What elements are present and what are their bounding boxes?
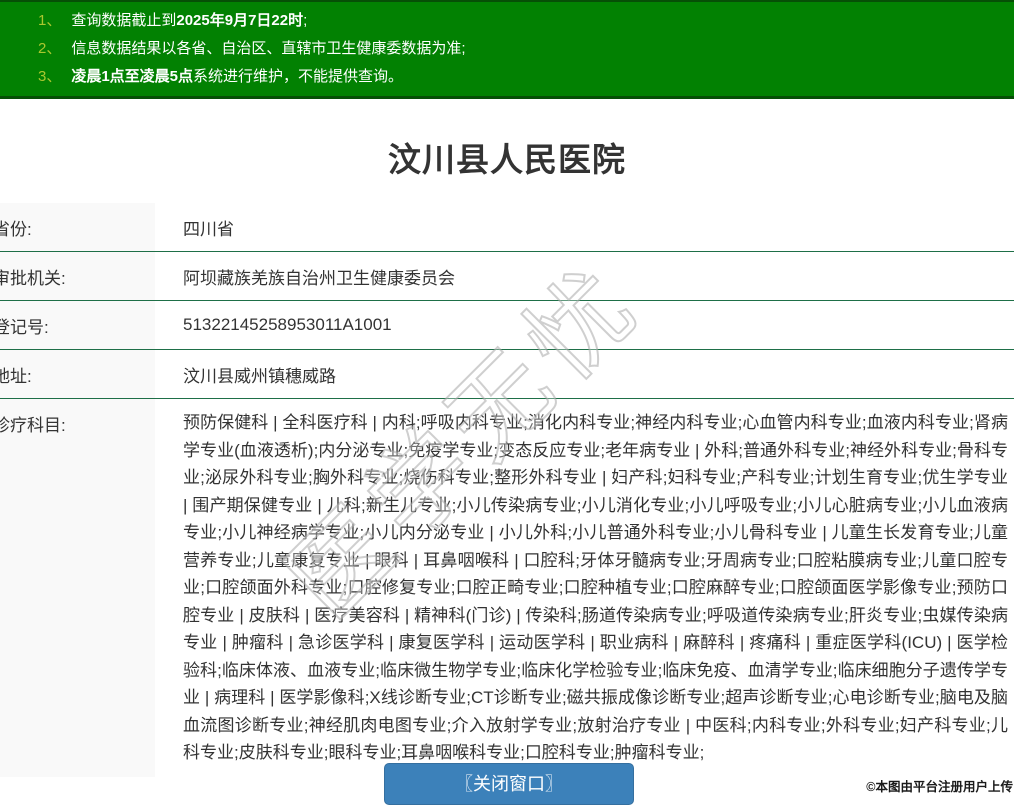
notice-text-bold: 凌晨1点至凌晨5点 [71, 68, 193, 85]
table-row-approval-authority: 审批机关: 阿坝藏族羌族自治州卫生健康委员会 [0, 252, 1014, 301]
page-title: 汶川县人民医院 [0, 133, 1014, 181]
row-label: 登记号: [0, 301, 155, 349]
row-value: 汶川县威州镇穗威路 [155, 350, 1014, 398]
row-value: 预防保健科 | 全科医疗科 | 内科;呼吸内科专业;消化内科专业;神经内科专业;… [155, 399, 1014, 777]
row-value: 四川省 [155, 203, 1014, 251]
row-label: 地址: [0, 350, 155, 398]
notice-banner: 1、查询数据截止到2025年9月7日22时; 2、信息数据结果以各省、自治区、直… [0, 0, 1014, 99]
notice-text: ; [303, 12, 307, 29]
notice-number: 2、 [38, 40, 61, 57]
notice-text: 信息数据结果以各省、自治区、直辖市卫生健康委数据为准; [71, 40, 465, 57]
notice-line-2: 2、信息数据结果以各省、自治区、直辖市卫生健康委数据为准; [0, 35, 1004, 63]
notice-number: 3、 [38, 68, 61, 85]
notice-text-bold: 2025年9月7日22时 [176, 12, 303, 29]
notice-number: 1、 [38, 12, 61, 29]
notice-text: 系统进行维护，不能提供查询。 [193, 68, 403, 85]
notice-line-1: 1、查询数据截止到2025年9月7日22时; [0, 7, 1004, 35]
table-row-province: 省份: 四川省 [0, 203, 1014, 252]
row-label: 审批机关: [0, 252, 155, 300]
row-label: 诊疗科目: [0, 399, 155, 777]
notice-text: 查询数据截止到 [71, 12, 176, 29]
notice-line-3: 3、凌晨1点至凌晨5点系统进行维护，不能提供查询。 [0, 63, 1004, 91]
table-row-address: 地址: 汶川县威州镇穗威路 [0, 350, 1014, 399]
row-value: 阿坝藏族羌族自治州卫生健康委员会 [155, 252, 1014, 300]
attribution-text: ©本图由平台注册用户上传 [866, 776, 1013, 795]
row-value: 51322145258953011A1001 [155, 301, 1014, 349]
table-row-medical-subjects: 诊疗科目: 预防保健科 | 全科医疗科 | 内科;呼吸内科专业;消化内科专业;神… [0, 399, 1014, 777]
close-window-button[interactable]: 〖关闭窗口〗 [384, 763, 634, 805]
hospital-info-table: 省份: 四川省 审批机关: 阿坝藏族羌族自治州卫生健康委员会 登记号: 5132… [0, 203, 1014, 777]
row-label: 省份: [0, 203, 155, 251]
table-row-registration-number: 登记号: 51322145258953011A1001 [0, 301, 1014, 350]
